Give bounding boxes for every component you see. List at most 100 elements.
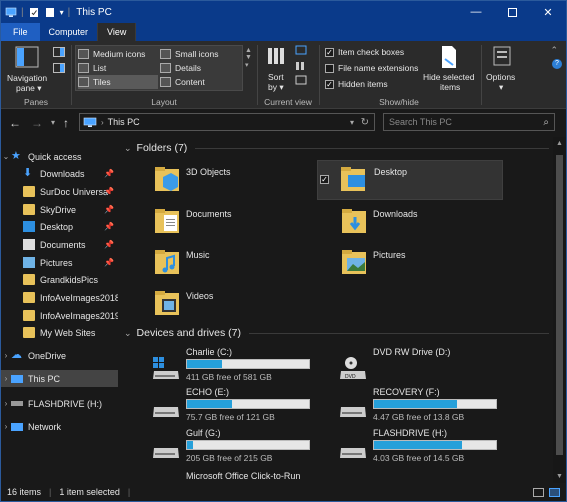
details-pane-icon[interactable] — [53, 63, 65, 73]
drive-d[interactable]: DVD DVD RW Drive (D:) — [333, 347, 523, 387]
navigation-pane-icon[interactable] — [15, 46, 39, 68]
item-check-boxes-checkbox[interactable]: ✓ — [325, 47, 334, 57]
item-checkbox[interactable]: ✓ — [320, 175, 329, 184]
nav-item-downloads[interactable]: ⬇ Downloads 📌 — [1, 165, 118, 182]
group-by-icon[interactable] — [295, 45, 309, 55]
preview-pane-icon[interactable] — [53, 47, 65, 57]
sort-by-icon[interactable] — [265, 45, 287, 67]
nav-item-surdoc[interactable]: SurDoc Universa 📌 — [1, 183, 118, 200]
properties-icon[interactable] — [28, 7, 40, 18]
navigation-pane-label[interactable]: Navigation — [7, 73, 47, 83]
layout-scroll-icon[interactable]: ▲ ▼ ▾ — [245, 47, 252, 69]
add-columns-icon[interactable] — [295, 61, 309, 71]
nav-item-desktop[interactable]: Desktop 📌 — [1, 218, 118, 235]
scrollbar-thumb[interactable] — [556, 155, 563, 455]
nav-item-skydrive[interactable]: SkyDrive 📌 — [1, 201, 118, 218]
pin-icon[interactable]: 📌 — [104, 258, 114, 267]
sort-by-label[interactable]: by ▾ — [268, 82, 284, 93]
expand-chevron-icon[interactable]: ⌄ — [1, 152, 11, 161]
expand-chevron-icon[interactable]: › — [1, 399, 11, 408]
sort-label[interactable]: Sort — [268, 72, 284, 82]
hidden-items-toggle[interactable]: ✓ Hidden items — [325, 79, 388, 89]
expand-chevron-icon[interactable]: › — [1, 422, 11, 431]
search-input[interactable]: Search This PC ⌕ — [383, 113, 555, 131]
folder-tile-music[interactable]: Music — [148, 244, 338, 282]
folder-tile-desktop[interactable]: ✓ Desktop — [317, 160, 503, 200]
large-icons-view-icon[interactable] — [549, 487, 560, 497]
new-folder-icon[interactable] — [44, 7, 56, 18]
layout-small-icons[interactable]: Small icons — [160, 47, 240, 61]
content-scrollbar[interactable]: ▲ ▼ — [553, 137, 566, 483]
collapse-ribbon-icon[interactable]: ⌃ — [550, 45, 558, 56]
nav-this-pc[interactable]: › This PC — [1, 370, 118, 387]
customize-toolbar-chevron-icon[interactable]: ▾ — [60, 8, 64, 17]
tab-file[interactable]: File — [1, 23, 40, 41]
address-dropdown-chevron-icon[interactable]: ▾ — [350, 118, 354, 127]
pin-icon[interactable]: 📌 — [104, 187, 114, 196]
file-name-extensions-checkbox[interactable] — [325, 63, 334, 73]
hidden-items-checkbox[interactable]: ✓ — [325, 79, 334, 89]
nav-item-infoaveimages2018[interactable]: InfoAveImages2018 — [1, 289, 120, 306]
pin-icon[interactable]: 📌 — [104, 205, 114, 214]
navigation-pane-label-2[interactable]: pane ▾ — [16, 83, 42, 94]
help-icon[interactable]: ? — [552, 59, 562, 69]
nav-flashdrive[interactable]: › FLASHDRIVE (H:) — [1, 395, 118, 412]
close-button[interactable]: ✕ — [530, 1, 566, 23]
forward-arrow-icon[interactable]: → — [31, 116, 43, 130]
options-icon[interactable] — [491, 45, 513, 67]
layout-content[interactable]: Content — [160, 75, 240, 89]
nav-item-grandkidspics[interactable]: GrandkidsPics — [1, 271, 118, 288]
drive-g[interactable]: Gulf (G:) 205 GB free of 215 GB — [146, 428, 336, 468]
layout-tiles[interactable]: Tiles — [78, 75, 158, 89]
expand-chevron-icon[interactable]: › — [1, 374, 11, 383]
nav-item-documents[interactable]: Documents 📌 — [1, 236, 118, 253]
refresh-icon[interactable]: ↻ — [361, 117, 369, 128]
folder-tile-documents[interactable]: Documents — [148, 203, 338, 241]
pin-icon[interactable]: 📌 — [104, 222, 114, 231]
nav-network[interactable]: › Network — [1, 418, 118, 435]
pin-icon[interactable]: 📌 — [104, 169, 114, 178]
minimize-button[interactable]: — — [458, 1, 494, 23]
size-columns-icon[interactable] — [295, 75, 309, 85]
collapse-chevron-icon[interactable]: ⌄ — [124, 328, 132, 339]
options-label[interactable]: Options — [486, 72, 515, 82]
item-check-boxes-toggle[interactable]: ✓ Item check boxes — [325, 47, 404, 57]
scroll-down-icon[interactable]: ▼ — [556, 473, 563, 480]
scroll-up-icon[interactable]: ▲ — [556, 140, 563, 147]
maximize-button[interactable] — [494, 1, 530, 23]
up-arrow-icon[interactable]: ↑ — [63, 116, 69, 130]
folders-section-header[interactable]: ⌄ Folders (7) — [124, 142, 549, 154]
nav-quick-access[interactable]: ⌄ ★ Quick access — [1, 148, 118, 165]
devices-section-header[interactable]: ⌄ Devices and drives (7) — [124, 327, 549, 339]
drive-f[interactable]: RECOVERY (F:) 4.47 GB free of 13.8 GB — [333, 387, 523, 427]
hide-selected-items-label[interactable]: items — [440, 82, 460, 92]
nav-item-pictures[interactable]: Pictures 📌 — [1, 254, 118, 271]
nav-item-infoaveimages2019[interactable]: InfoAveImages2019 — [1, 307, 120, 324]
hide-selected-items-icon[interactable] — [439, 45, 459, 69]
folder-tile-downloads[interactable]: Downloads — [335, 203, 525, 241]
pin-icon[interactable]: 📌 — [104, 240, 114, 249]
recent-locations-chevron-icon[interactable]: ▾ — [51, 118, 55, 127]
nav-onedrive[interactable]: › ☁ OneDrive — [1, 347, 118, 364]
options-chevron-icon[interactable]: ▾ — [499, 82, 503, 93]
tab-computer[interactable]: Computer — [40, 23, 98, 41]
drive-h[interactable]: FLASHDRIVE (H:) 4.03 GB free of 14.5 GB — [333, 428, 523, 468]
drive-e[interactable]: ECHO (E:) 75.7 GB free of 121 GB — [146, 387, 336, 427]
drive-c[interactable]: Charlie (C:) 411 GB free of 581 GB — [146, 347, 336, 387]
tab-view[interactable]: View — [97, 23, 137, 41]
address-box[interactable]: › This PC ▾ ↻ — [79, 113, 375, 131]
back-arrow-icon[interactable]: ← — [9, 116, 21, 130]
expand-chevron-icon[interactable]: › — [1, 351, 11, 360]
file-name-extensions-toggle[interactable]: File name extensions — [325, 63, 418, 73]
folder-tile-pictures[interactable]: Pictures — [335, 244, 525, 282]
collapse-chevron-icon[interactable]: ⌄ — [124, 143, 132, 154]
folder-tile-videos[interactable]: Videos — [148, 285, 338, 323]
details-view-icon[interactable] — [533, 487, 544, 497]
layout-list[interactable]: List — [78, 61, 158, 75]
drive-office[interactable]: Microsoft Office Click-to-Run — [146, 471, 336, 483]
hide-selected-label[interactable]: Hide selected — [423, 72, 475, 82]
layout-medium-icons[interactable]: Medium icons — [78, 47, 158, 61]
nav-item-my-web-sites[interactable]: My Web Sites — [1, 324, 118, 341]
folder-tile-3d-objects[interactable]: 3D Objects — [148, 161, 338, 199]
layout-details[interactable]: Details — [160, 61, 240, 75]
